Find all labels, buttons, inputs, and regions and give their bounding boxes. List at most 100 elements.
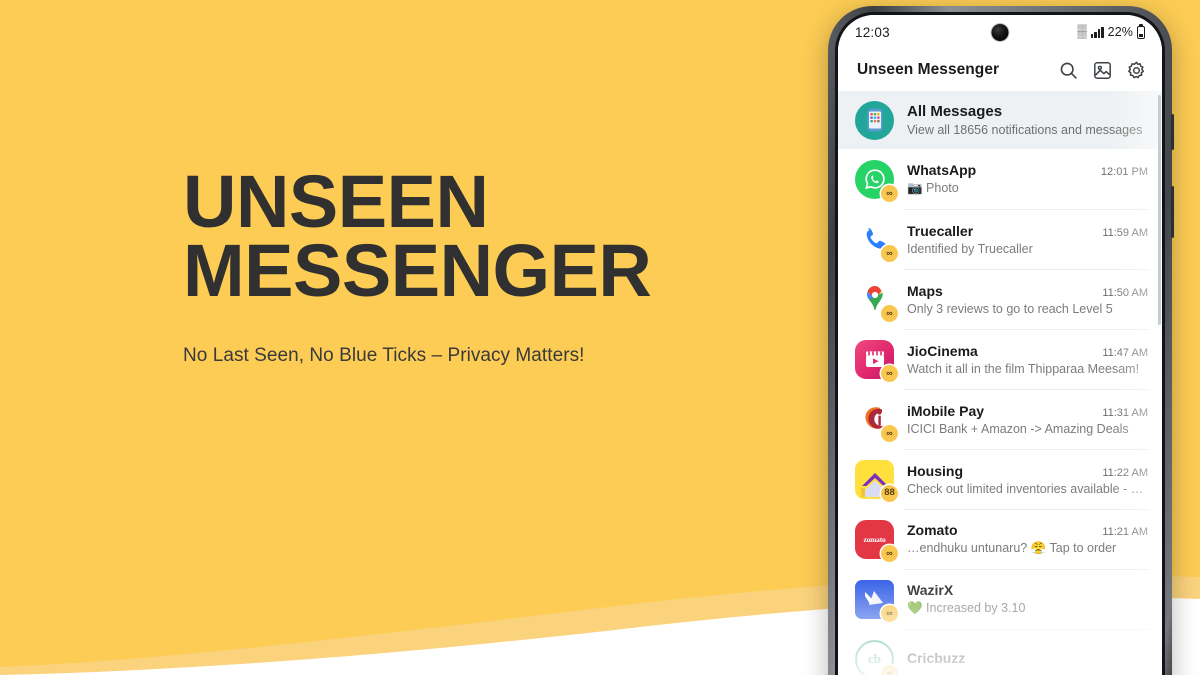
unseen-badge: ∞ xyxy=(881,364,898,382)
truecaller-icon: ∞ xyxy=(855,220,898,262)
unseen-badge: ∞ xyxy=(881,664,898,675)
unseen-badge: ∞ xyxy=(881,604,898,622)
list-item-body: Cricbuzz xyxy=(907,650,1148,669)
list-item-header: Zomato 11:21 AM xyxy=(907,522,1148,538)
list-item-time: 11:21 AM xyxy=(1102,526,1148,538)
list-item-body: Maps 11:50 AM Only 3 reviews to go to re… xyxy=(907,283,1148,316)
list-item-preview: Identified by Truecaller xyxy=(907,241,1033,256)
list-item-header: Housing 11:22 AM xyxy=(907,463,1148,479)
volume-button[interactable] xyxy=(1171,114,1174,150)
cricbuzz-icon: cb ∞ xyxy=(855,639,898,675)
dual-sim-icon: ▒▒ ▒▒ xyxy=(1077,24,1087,39)
list-item[interactable]: ∞ Maps 11:50 AM Only 3 reviews to go to … xyxy=(838,269,1162,329)
list-item-header: WhatsApp 12:01 PM xyxy=(907,162,1148,178)
signal-bars-icon xyxy=(1090,26,1104,38)
list-item-time: 11:59 AM xyxy=(1102,226,1148,239)
list-item-preview: View all 18656 notifications and message… xyxy=(907,123,1143,137)
list-item-title: All Messages xyxy=(907,103,1003,120)
list-item-body: WhatsApp 12:01 PM 📷 Photo xyxy=(907,162,1148,196)
gear-icon[interactable] xyxy=(1126,60,1147,81)
list-item-preview: Check out limited inventories available … xyxy=(907,481,1148,496)
phone-screen: 12:03 ▒▒ ▒▒ 22% Unseen Messenger All Mes… xyxy=(838,15,1162,675)
unseen-badge: ∞ xyxy=(881,544,898,562)
list-item-title: iMobile Pay xyxy=(907,402,985,419)
app-bar: Unseen Messenger xyxy=(838,49,1162,91)
unseen-badge: 88 xyxy=(881,484,898,502)
list-item-body: iMobile Pay 11:31 AM ICICI Bank + Amazon… xyxy=(907,403,1148,436)
list-item-time: 11:31 AM xyxy=(1102,406,1148,419)
list-item-time: 12:01 PM xyxy=(1100,166,1148,178)
list-item[interactable]: ∞ Truecaller 11:59 AM Identified by True… xyxy=(838,209,1162,269)
list-item-header: JioCinema 11:47 AM xyxy=(907,343,1148,359)
list-item-title: Cricbuzz xyxy=(907,649,966,666)
hero-section: UNSEEN MESSENGER No Last Seen, No Blue T… xyxy=(183,165,783,367)
list-item-header: All Messages xyxy=(907,103,1148,120)
list-item-time: 11:22 AM xyxy=(1102,466,1148,479)
status-bar-time: 12:03 xyxy=(855,24,890,40)
maps-icon: ∞ xyxy=(855,280,898,322)
list-item[interactable]: ∞ WazirX 💚 Increased by 3.10 xyxy=(838,569,1162,629)
app-title: Unseen Messenger xyxy=(857,61,1000,78)
hero-title-line-2: MESSENGER xyxy=(183,228,652,312)
housing-icon: 88 xyxy=(855,459,898,502)
app-bar-actions xyxy=(1058,60,1147,81)
list-item-body: WazirX 💚 Increased by 3.10 xyxy=(907,582,1148,616)
list-item-title: JioCinema xyxy=(907,342,978,359)
list-item-header: Maps 11:50 AM xyxy=(907,283,1148,299)
phone-glyph xyxy=(867,108,882,132)
clapperboard-glyph xyxy=(865,351,884,367)
list-item-body: Housing 11:22 AM Check out limited inven… xyxy=(907,463,1148,496)
list-item[interactable]: zomato ∞ Zomato 11:21 AM …endhuku untuna… xyxy=(838,509,1162,569)
list-item-preview: 💚 Increased by 3.10 xyxy=(907,601,1026,615)
zomato-icon: zomato ∞ xyxy=(855,519,898,562)
jiocinema-icon: ∞ xyxy=(855,339,898,382)
list-item-body: All Messages View all 18656 notification… xyxy=(907,103,1148,137)
list-item-header: iMobile Pay 11:31 AM xyxy=(907,403,1148,419)
list-item[interactable]: ∞ WhatsApp 12:01 PM 📷 Photo xyxy=(838,149,1162,209)
list-item-preview: 📷 Photo xyxy=(907,181,959,195)
whatsapp-icon: ∞ xyxy=(855,159,898,202)
all-messages-icon xyxy=(855,100,894,140)
list-item-title: Zomato xyxy=(907,522,958,538)
status-bar-indicators: ▒▒ ▒▒ 22% xyxy=(1077,25,1145,40)
list-item-header: Truecaller 11:59 AM xyxy=(907,223,1148,239)
imobile-pay-icon: ∞ xyxy=(855,400,898,442)
list-item-body: JioCinema 11:47 AM Watch it all in the f… xyxy=(907,343,1148,376)
hero-subtitle: No Last Seen, No Blue Ticks – Privacy Ma… xyxy=(183,344,585,366)
list-item-body: Truecaller 11:59 AM Identified by Trueca… xyxy=(907,223,1148,256)
power-button[interactable] xyxy=(1171,186,1174,238)
list-item-header: Cricbuzz xyxy=(907,650,1148,666)
battery-icon xyxy=(1137,25,1145,39)
list-item-preview: …endhuku untunaru? 😤 Tap to order xyxy=(907,541,1117,555)
front-camera-icon xyxy=(991,24,1009,41)
image-icon[interactable] xyxy=(1092,60,1113,81)
list-item-time: 11:50 AM xyxy=(1102,286,1148,299)
unseen-badge: ∞ xyxy=(881,424,898,442)
list-item-title: WazirX xyxy=(907,582,954,598)
list-item[interactable]: All Messages View all 18656 notification… xyxy=(838,91,1162,149)
phone-mockup: 12:03 ▒▒ ▒▒ 22% Unseen Messenger All Mes… xyxy=(828,6,1174,675)
list-item-title: WhatsApp xyxy=(907,162,977,178)
list-item-body: Zomato 11:21 AM …endhuku untunaru? 😤 Tap… xyxy=(907,522,1148,556)
list-item[interactable]: ∞ iMobile Pay 11:31 AM ICICI Bank + Amaz… xyxy=(838,389,1162,449)
list-item-preview: Watch it all in the film Thipparaa Meesa… xyxy=(907,361,1140,376)
unseen-badge: ∞ xyxy=(881,304,898,322)
page-title: UNSEEN MESSENGER xyxy=(183,165,783,312)
search-icon[interactable] xyxy=(1058,60,1079,81)
wazirx-icon: ∞ xyxy=(855,579,898,622)
list-item[interactable]: cb ∞ Cricbuzz xyxy=(838,629,1162,675)
list-item-header: WazirX xyxy=(907,582,1148,598)
list-item-title: Housing xyxy=(907,462,963,479)
list-item-title: Truecaller xyxy=(907,222,974,239)
list-scrollbar[interactable] xyxy=(1158,95,1161,325)
unseen-badge: ∞ xyxy=(881,184,898,202)
list-item[interactable]: ∞ JioCinema 11:47 AM Watch it all in the… xyxy=(838,329,1162,389)
message-list[interactable]: All Messages View all 18656 notification… xyxy=(838,91,1162,675)
list-item-time: 11:47 AM xyxy=(1102,346,1148,359)
list-item[interactable]: 88 Housing 11:22 AM Check out limited in… xyxy=(838,449,1162,509)
list-item-title: Maps xyxy=(907,282,943,299)
list-item-preview: Only 3 reviews to go to reach Level 5 xyxy=(907,301,1113,316)
unseen-badge: ∞ xyxy=(881,244,898,262)
list-item-preview: ICICI Bank + Amazon -> Amazing Deals xyxy=(907,421,1129,436)
battery-percent-label: 22% xyxy=(1107,25,1133,39)
